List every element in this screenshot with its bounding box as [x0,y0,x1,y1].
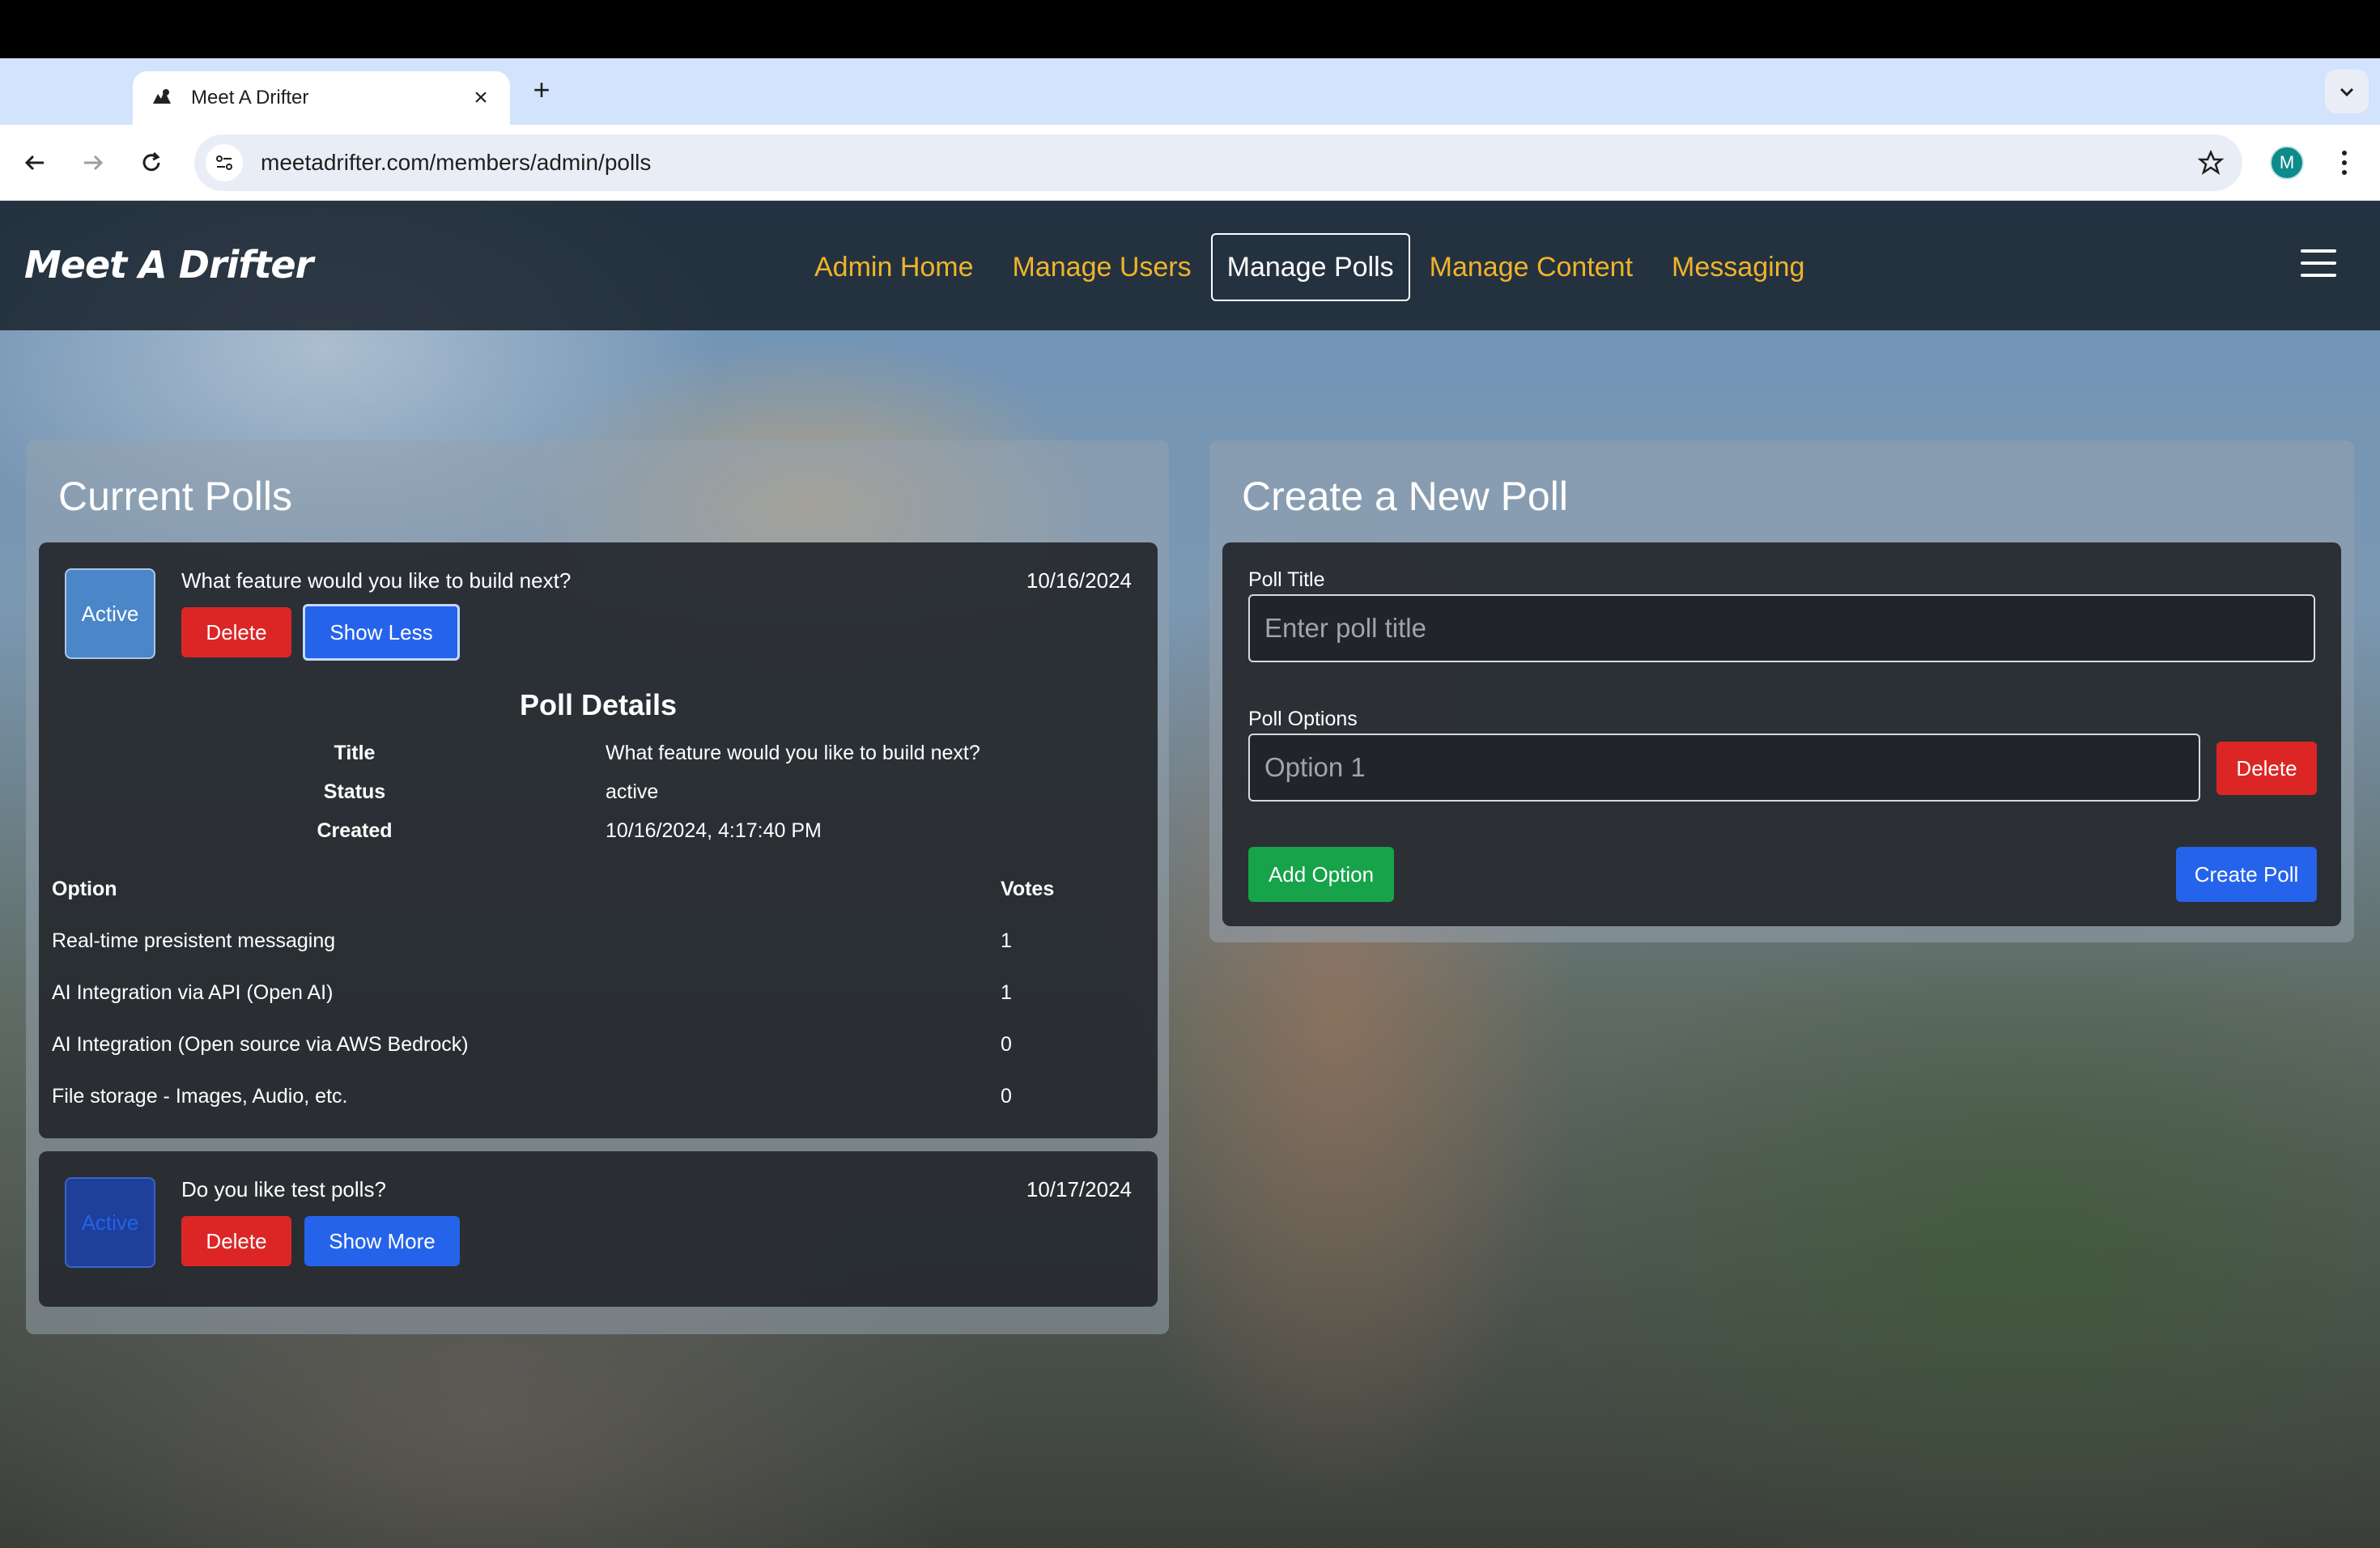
nav-messaging[interactable]: Messaging [1652,233,1824,301]
nav-manage-users[interactable]: Manage Users [993,233,1211,301]
tab-title: Meet A Drifter [191,87,309,108]
option-votes: 1 [1001,929,1012,952]
option-name: Real-time presistent messaging [52,929,336,952]
poll-card: Active What feature would you like to bu… [39,542,1158,1138]
browser-tab[interactable]: Meet A Drifter × [133,71,510,125]
bookmark-star-icon[interactable] [2191,142,2231,183]
poll-title-input[interactable] [1248,594,2315,662]
detail-label-created: Created [317,819,393,842]
option-name: AI Integration via API (Open AI) [52,981,334,1004]
nav-admin-home[interactable]: Admin Home [795,233,993,301]
poll-date: 10/17/2024 [1026,1177,1132,1201]
create-poll-button[interactable]: Create Poll [2176,847,2317,902]
detail-value-title: What feature would you like to build nex… [606,742,980,764]
poll-status-badge: Active [65,1177,155,1268]
option-name: File storage - Images, Audio, etc. [52,1085,348,1108]
poll-options-label: Poll Options [1248,708,1358,730]
votes-column-header: Votes [1001,878,1055,900]
site-settings-icon[interactable] [206,144,243,181]
option-votes: 1 [1001,981,1012,1004]
forward-icon[interactable] [73,142,113,183]
show-more-button[interactable]: Show More [304,1216,460,1266]
detail-value-created: 10/16/2024, 4:17:40 PM [606,819,822,842]
delete-option-button[interactable]: Delete [2216,742,2317,795]
reload-icon[interactable] [131,142,172,183]
chevron-down-icon [2340,87,2354,97]
site-favicon-icon [149,85,175,111]
detail-label-status: Status [323,780,386,803]
create-poll-title: Create a New Poll [1242,474,1568,519]
url-text[interactable]: meetadrifter.com/members/admin/polls [261,150,2191,176]
back-icon[interactable] [15,142,55,183]
create-poll-form: Poll Title Poll Options Delete Add Optio… [1222,542,2341,926]
hamburger-menu-icon[interactable] [2301,249,2336,277]
add-option-button[interactable]: Add Option [1248,847,1394,902]
poll-card: Active Do you like test polls? 10/17/202… [39,1151,1158,1307]
tab-search-button[interactable] [2325,70,2369,113]
poll-question: Do you like test polls? [181,1177,386,1201]
delete-poll-button[interactable]: Delete [181,1216,291,1266]
option-column-header: Option [52,878,117,900]
poll-question: What feature would you like to build nex… [181,568,572,593]
nav-manage-content[interactable]: Manage Content [1410,233,1652,301]
brand-logo[interactable]: Meet A Drifter [24,243,313,287]
page-background: Meet A Drifter Admin Home Manage Users M… [0,201,2380,1548]
current-polls-title: Current Polls [58,474,292,519]
nav-links: Admin Home Manage Users Manage Polls Man… [795,233,1824,301]
site-navbar: Meet A Drifter Admin Home Manage Users M… [0,201,2380,330]
poll-option-input[interactable] [1248,734,2200,802]
detail-label-title: Title [334,742,376,764]
delete-poll-button[interactable]: Delete [181,607,291,657]
option-votes: 0 [1001,1085,1012,1108]
browser-menu-icon[interactable] [2328,142,2361,183]
address-bar[interactable]: meetadrifter.com/members/admin/polls [194,134,2242,191]
browser-tab-strip: Meet A Drifter × + [0,58,2380,125]
os-top-bar [0,0,2380,58]
show-less-button[interactable]: Show Less [303,604,460,661]
new-tab-icon[interactable]: + [523,71,560,108]
detail-value-status: active [606,780,659,803]
profile-avatar[interactable]: M [2270,146,2304,180]
current-polls-panel: Current Polls Active What feature would … [26,440,1169,1334]
poll-date: 10/16/2024 [1026,568,1132,593]
poll-status-badge: Active [65,568,155,659]
browser-toolbar: meetadrifter.com/members/admin/polls M [0,125,2380,201]
option-name: AI Integration (Open source via AWS Bedr… [52,1033,469,1056]
close-tab-icon[interactable]: × [468,84,494,112]
poll-details-heading: Poll Details [519,688,678,721]
create-poll-panel: Create a New Poll Poll Title Poll Option… [1209,440,2354,942]
option-votes: 0 [1001,1033,1012,1056]
nav-manage-polls[interactable]: Manage Polls [1210,233,1410,301]
poll-title-label: Poll Title [1248,568,1325,591]
